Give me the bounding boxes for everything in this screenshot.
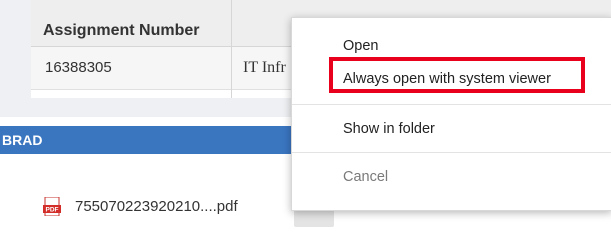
menu-item-label: Always open with system viewer (343, 71, 551, 87)
pdf-icon-label: PDF (46, 207, 59, 214)
menu-divider (292, 152, 611, 153)
cell-department: IT Infr (243, 59, 286, 76)
menu-item-cancel[interactable]: Cancel (292, 163, 611, 191)
user-name: BRAD (2, 132, 43, 148)
cell-assignment-number: 16388305 (45, 59, 112, 76)
column-header-assignment-number[interactable]: Assignment Number (43, 0, 199, 46)
menu-item-open[interactable]: Open (292, 32, 611, 60)
download-file-name[interactable]: 755070223920210....pdf (75, 195, 238, 219)
menu-divider (292, 104, 611, 105)
menu-item-always-open-with-system-viewer[interactable]: Always open with system viewer (292, 65, 611, 93)
download-context-menu: Open Always open with system viewer Show… (291, 17, 611, 211)
menu-item-label: Open (343, 38, 379, 54)
menu-item-show-in-folder[interactable]: Show in folder (292, 115, 611, 143)
pdf-file-icon: PDF (43, 196, 61, 217)
column-divider (231, 0, 232, 98)
menu-item-label: Cancel (343, 169, 389, 185)
menu-item-label: Show in folder (343, 121, 435, 137)
